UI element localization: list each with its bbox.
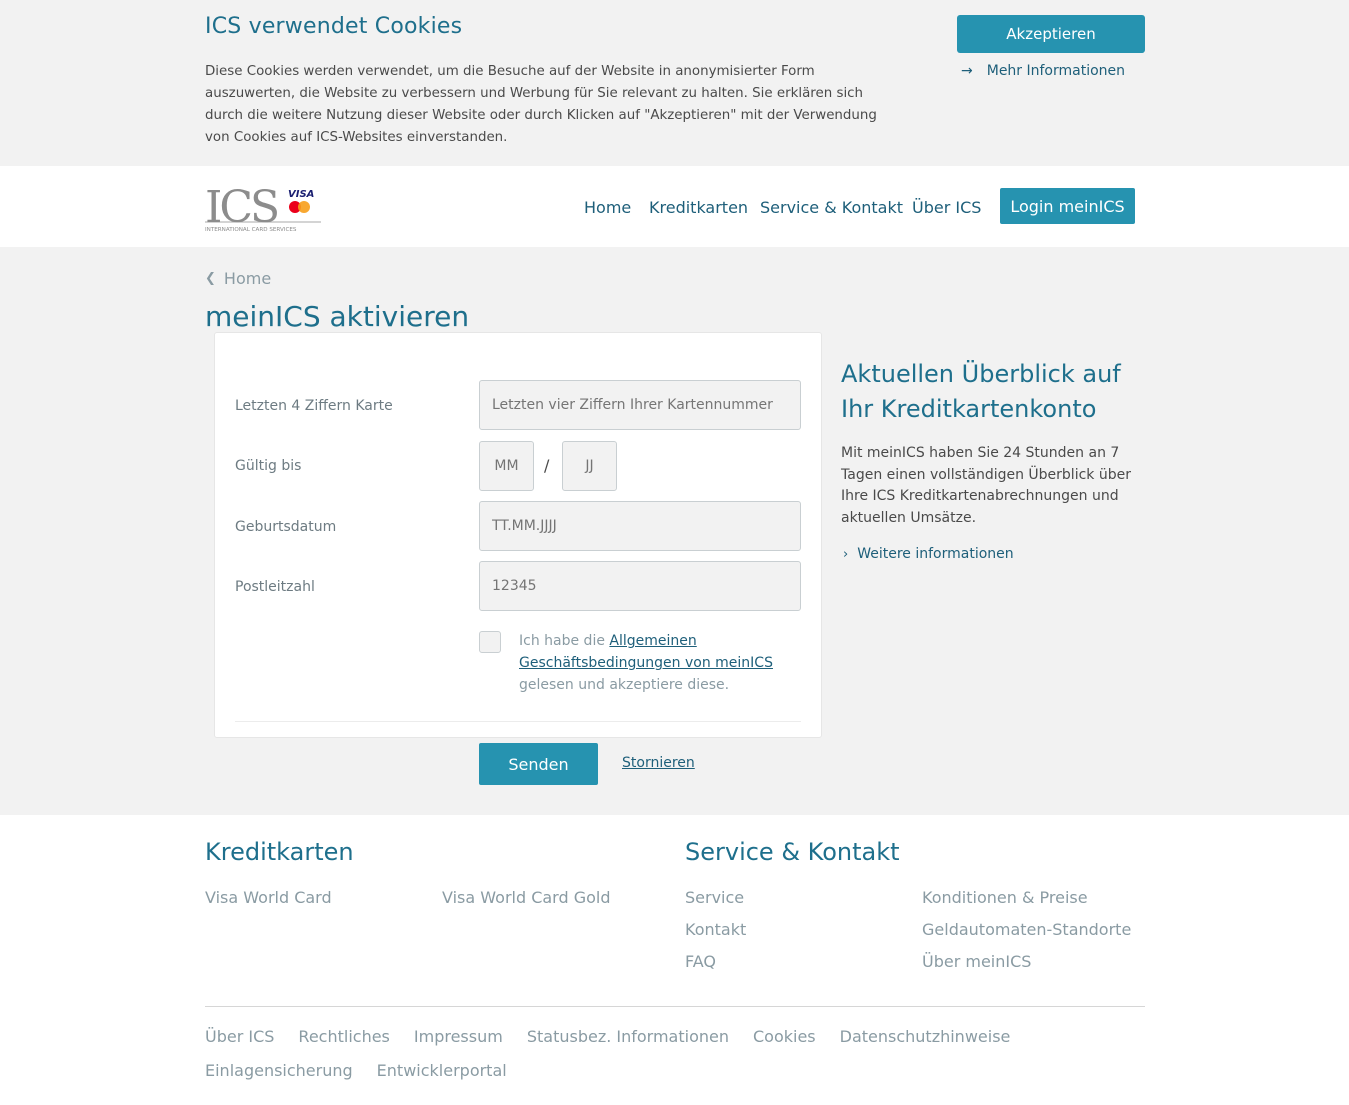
postal-code-label: Postleitzahl — [235, 579, 315, 595]
footer-bottom-link[interactable]: Statusbez. Informationen — [527, 1026, 729, 1048]
footer-link-ueber-meinics[interactable]: Über meinICS — [922, 952, 1031, 971]
footer-bottom-link[interactable]: Einlagensicherung — [205, 1060, 353, 1082]
card-digits-label: Letzten 4 Ziffern Karte — [235, 398, 393, 414]
terms-checkbox[interactable] — [479, 631, 501, 653]
footer-link-service[interactable]: Service — [685, 888, 744, 907]
footer-divider — [205, 1006, 1145, 1007]
postal-code-input[interactable] — [479, 561, 801, 611]
form-divider — [235, 721, 801, 722]
cookie-banner-title: ICS verwendet Cookies — [205, 14, 463, 39]
cancel-link[interactable]: Stornieren — [622, 755, 695, 771]
terms-suffix: gelesen und akzeptiere diese. — [519, 677, 730, 693]
ics-logo[interactable]: ICS VISA INTERNATIONAL CARD SERVICES — [205, 182, 321, 234]
valid-until-label: Gültig bis — [235, 458, 302, 474]
sidebar-more-label: Weitere informationen — [857, 546, 1014, 562]
footer-bottom-link[interactable]: Cookies — [753, 1026, 816, 1048]
logo-letters: ICS — [205, 184, 277, 233]
footer-bottom-link[interactable]: Entwicklerportal — [377, 1060, 507, 1082]
footer-bottom-link[interactable]: Impressum — [414, 1026, 503, 1048]
footer-kreditkarten-heading: Kreditkarten — [205, 838, 354, 866]
breadcrumb-home: Home — [223, 269, 272, 288]
breadcrumb[interactable]: ❮ Home — [205, 269, 271, 288]
logo-visa: VISA — [288, 189, 314, 200]
activation-form: Letzten 4 Ziffern Karte Gültig bis / Geb… — [214, 332, 822, 738]
send-button[interactable]: Senden — [479, 743, 598, 785]
footer-link-faq[interactable]: FAQ — [685, 952, 716, 971]
footer-bottom-link[interactable]: Datenschutzhinweise — [840, 1026, 1011, 1048]
main-content: ❮ Home meinICS aktivieren Letzten 4 Ziff… — [0, 247, 1349, 815]
footer-link-geldautomaten[interactable]: Geldautomaten-Standorte — [922, 920, 1131, 939]
nav-ueber-ics[interactable]: Über ICS — [912, 198, 981, 217]
footer-bottom-link[interactable]: Über ICS — [205, 1026, 274, 1048]
login-meinics-button[interactable]: Login meinICS — [1000, 188, 1135, 224]
site-header: ICS VISA INTERNATIONAL CARD SERVICES Hom… — [0, 166, 1349, 247]
more-info-link[interactable]: → Mehr Informationen — [961, 63, 1125, 79]
terms-text: Ich habe die Allgemeinen Geschäftsbeding… — [519, 630, 809, 696]
sidebar-more-link[interactable]: › Weitere informationen — [843, 546, 1014, 562]
birth-date-input[interactable] — [479, 501, 801, 551]
arrow-right-icon: → — [961, 63, 973, 79]
nav-home[interactable]: Home — [584, 198, 631, 217]
footer-link-konditionen[interactable]: Konditionen & Preise — [922, 888, 1088, 907]
birth-date-label: Geburtsdatum — [235, 519, 337, 535]
footer-link-visa-world-card[interactable]: Visa World Card — [205, 888, 332, 907]
sidebar-title: Aktuellen Überblick auf Ihr Kreditkarten… — [841, 360, 1121, 423]
page-title: meinICS aktivieren — [205, 300, 470, 333]
footer-bottom-link[interactable]: Rechtliches — [298, 1026, 389, 1048]
logo-tagline: INTERNATIONAL CARD SERVICES — [205, 227, 297, 233]
more-info-label: Mehr Informationen — [986, 63, 1126, 79]
footer-link-visa-world-card-gold[interactable]: Visa World Card Gold — [442, 888, 611, 907]
cookie-banner: ICS verwendet Cookies Diese Cookies werd… — [0, 0, 1349, 166]
nav-kreditkarten[interactable]: Kreditkarten — [649, 198, 748, 217]
footer-service-heading: Service & Kontakt — [685, 838, 900, 866]
cookie-banner-text: Diese Cookies werden verwendet, um die B… — [205, 64, 877, 145]
card-digits-input[interactable] — [479, 380, 801, 430]
terms-prefix: Ich habe die — [519, 633, 610, 649]
footer-link-kontakt[interactable]: Kontakt — [685, 920, 746, 939]
chevron-right-icon: › — [843, 546, 849, 562]
expiry-separator: / — [544, 456, 550, 475]
expiry-year-input[interactable] — [562, 441, 617, 491]
chevron-left-icon: ❮ — [205, 271, 216, 286]
sidebar-text: Mit meinICS haben Sie 24 Stunden an 7 Ta… — [841, 445, 1131, 526]
footer-bottom-links: Über ICS Rechtliches Impressum Statusbez… — [205, 1026, 1145, 1082]
expiry-month-input[interactable] — [479, 441, 534, 491]
ics-logo-graphic: ICS VISA INTERNATIONAL CARD SERVICES — [205, 182, 321, 233]
site-footer: Kreditkarten Visa World Card Visa World … — [0, 815, 1349, 1105]
nav-service-kontakt[interactable]: Service & Kontakt — [760, 198, 903, 217]
accept-cookies-button[interactable]: Akzeptieren — [957, 15, 1145, 53]
